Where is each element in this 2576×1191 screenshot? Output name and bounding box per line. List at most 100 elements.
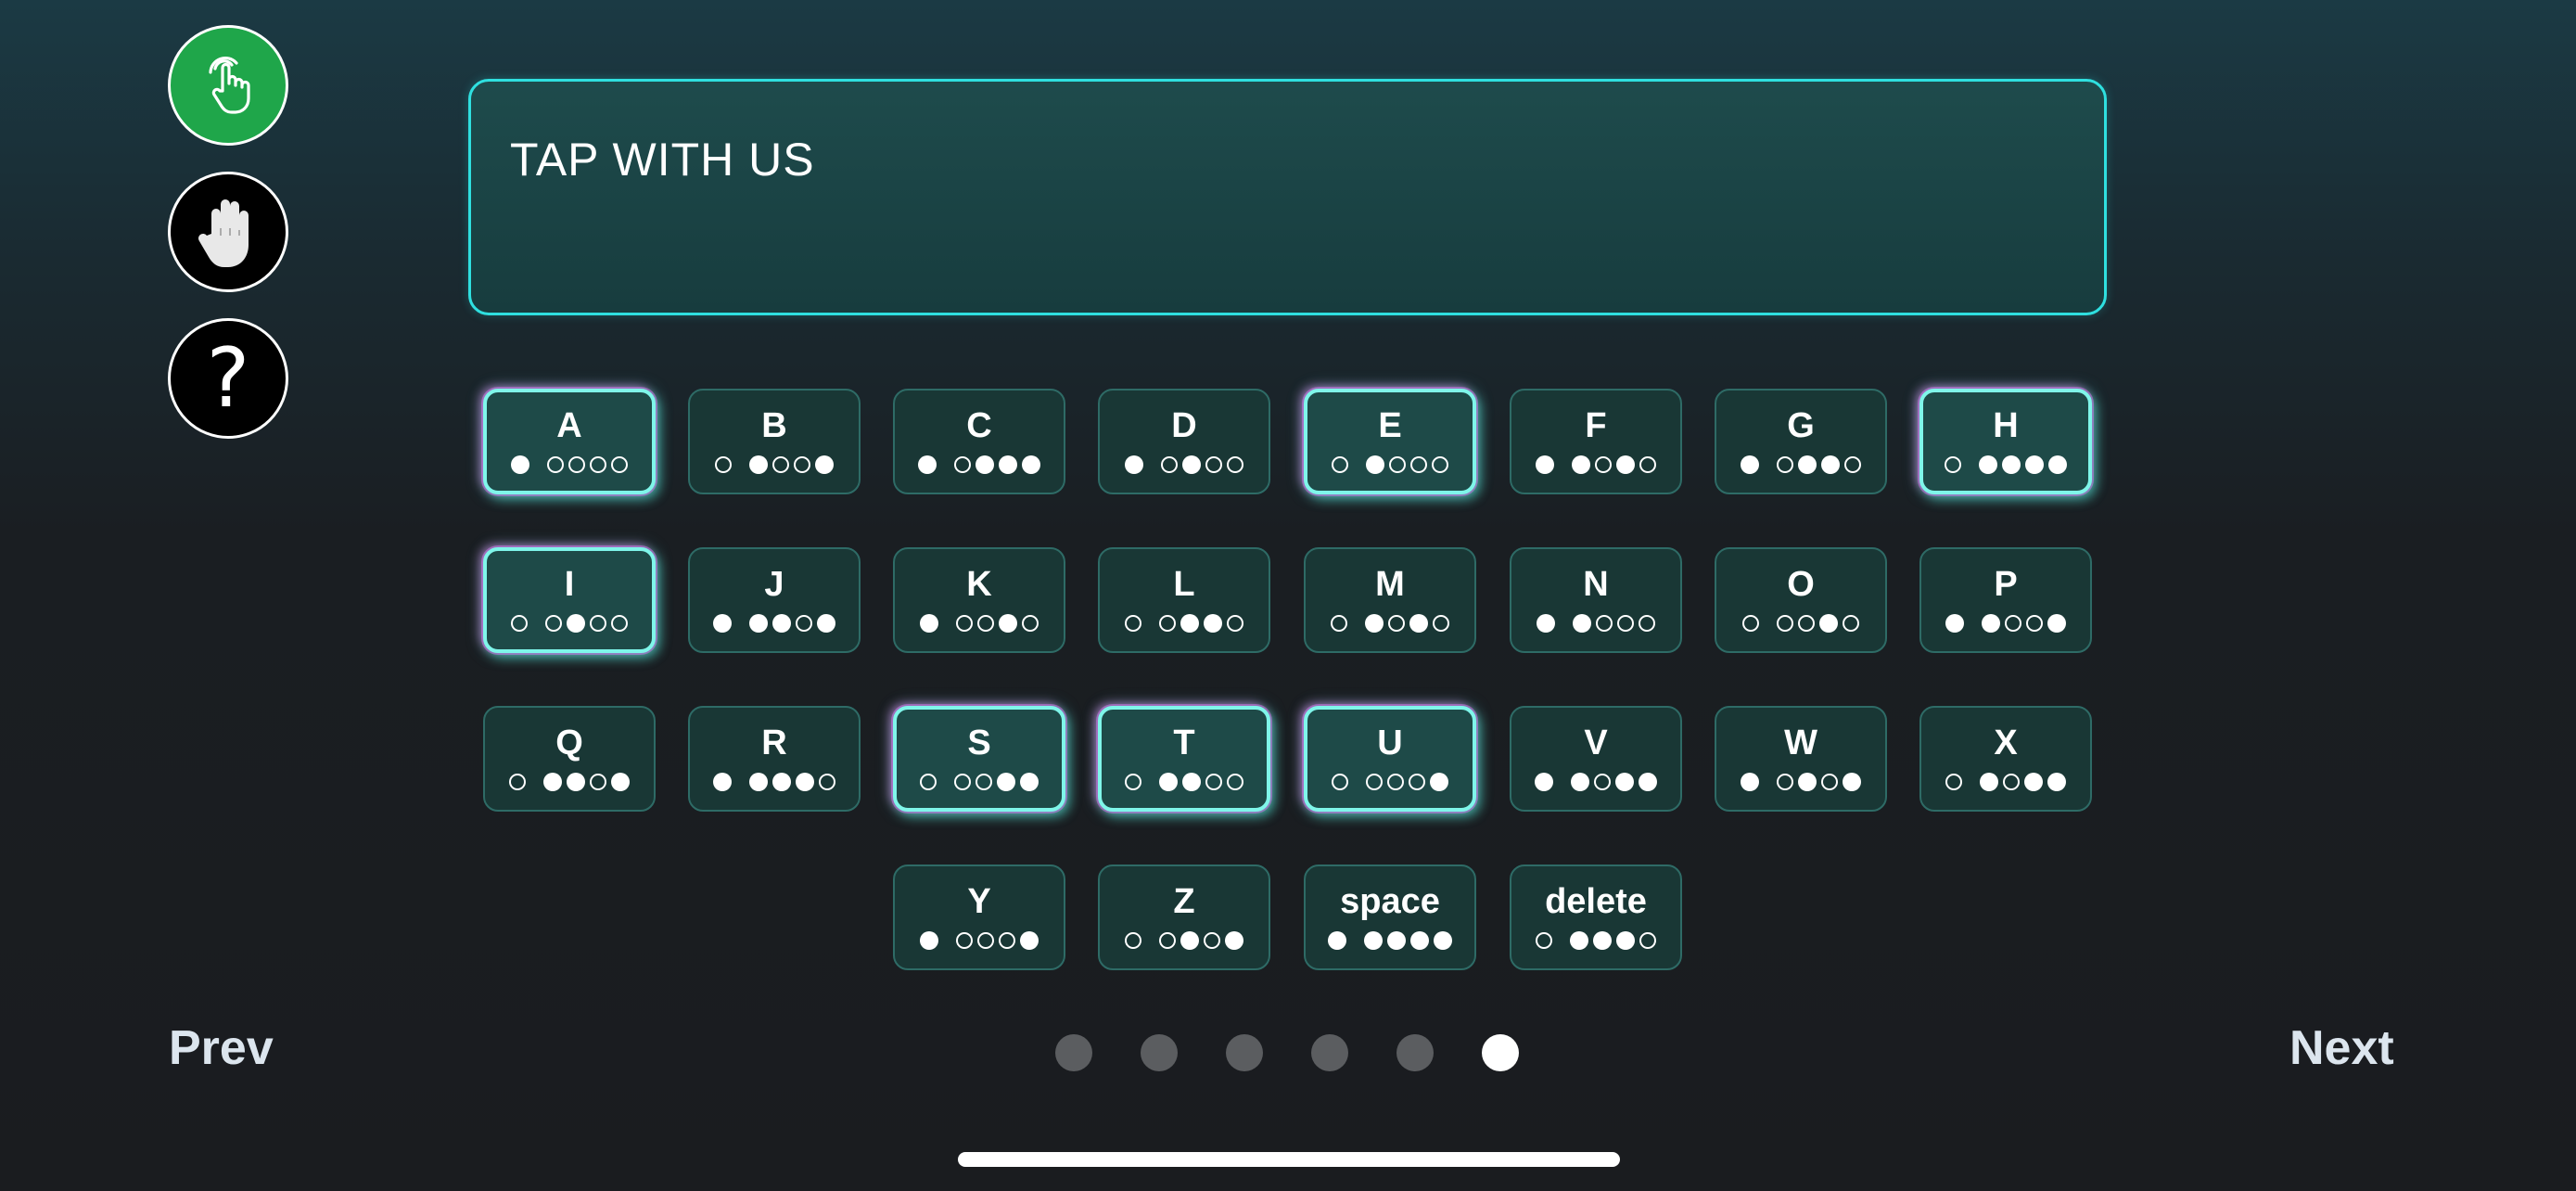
key-i[interactable]: I [483,547,656,653]
key-d[interactable]: D [1098,389,1270,494]
key-x[interactable]: X [1919,706,2092,812]
filled-dot [1434,931,1452,950]
tap-mode-button[interactable] [168,25,288,146]
empty-dot [511,615,528,632]
key-label: R [761,724,787,762]
key-z[interactable]: Z [1098,864,1270,970]
empty-dot [1125,774,1141,790]
filled-dot [1982,614,2000,633]
filled-dot [1798,455,1817,474]
key-n[interactable]: N [1510,547,1682,653]
help-button[interactable]: ? [168,318,288,439]
key-y[interactable]: Y [893,864,1065,970]
prev-button[interactable]: Prev [169,1020,274,1076]
empty-dot [954,774,971,790]
key-t[interactable]: T [1098,706,1270,812]
tap-pattern [1943,455,2070,475]
key-label: H [1993,406,2019,445]
key-v[interactable]: V [1510,706,1682,812]
tap-pattern [1123,455,1246,475]
page-dot[interactable] [1226,1034,1263,1071]
empty-dot [1798,615,1815,632]
filled-dot [567,773,585,791]
filled-dot [772,773,791,791]
key-r[interactable]: R [688,706,861,812]
tap-pattern [1944,772,2069,792]
filled-dot [1571,773,1589,791]
key-j[interactable]: J [688,547,861,653]
empty-dot [1204,932,1220,949]
page-dot[interactable] [1396,1034,1434,1071]
empty-dot [1159,615,1176,632]
empty-dot [2026,615,2043,632]
key-l[interactable]: L [1098,547,1270,653]
raised-hand-icon [193,193,263,271]
key-label: C [966,406,992,445]
key-e[interactable]: E [1304,389,1476,494]
filled-dot [1430,773,1448,791]
key-label: X [1994,724,2018,762]
key-a[interactable]: A [483,389,656,494]
stop-button[interactable] [168,172,288,292]
empty-dot [1388,615,1405,632]
page-dot[interactable] [1482,1034,1519,1071]
filled-dot [1821,455,1840,474]
key-w[interactable]: W [1715,706,1887,812]
key-p[interactable]: P [1919,547,2092,653]
key-f[interactable]: F [1510,389,1682,494]
tap-pattern [916,455,1043,475]
empty-dot [1945,456,1961,473]
empty-dot [1161,456,1178,473]
empty-dot [1410,456,1427,473]
key-b[interactable]: B [688,389,861,494]
empty-dot [1205,774,1222,790]
next-button[interactable]: Next [2289,1020,2394,1076]
key-q[interactable]: Q [483,706,656,812]
filled-dot [1639,773,1657,791]
key-label: N [1583,565,1609,604]
empty-dot [715,456,732,473]
key-m[interactable]: M [1304,547,1476,653]
key-h[interactable]: H [1919,389,2092,494]
key-s[interactable]: S [893,706,1065,812]
filled-dot [2002,455,2021,474]
key-label: G [1787,406,1815,445]
key-label: V [1584,724,1608,762]
empty-dot [1227,456,1243,473]
tap-pattern [1330,772,1451,792]
tap-pattern [711,613,838,634]
empty-dot [1742,615,1759,632]
empty-dot [1777,456,1793,473]
key-c[interactable]: C [893,389,1065,494]
key-k[interactable]: K [893,547,1065,653]
key-o[interactable]: O [1715,547,1887,653]
filled-dot [1945,614,1964,633]
filled-dot [749,455,768,474]
empty-dot [1617,615,1634,632]
filled-dot [1570,931,1588,950]
empty-dot [1844,456,1861,473]
key-u[interactable]: U [1304,706,1476,812]
key-label: S [967,724,991,762]
page-dot[interactable] [1055,1034,1092,1071]
key-g[interactable]: G [1715,389,1887,494]
empty-dot [819,774,835,790]
key-label: W [1784,724,1817,762]
tap-pattern [1330,455,1451,475]
empty-dot [547,456,564,473]
key-delete[interactable]: delete [1510,864,1682,970]
key-label: J [764,565,784,604]
empty-dot [1389,456,1406,473]
page-dot[interactable] [1141,1034,1178,1071]
empty-dot [1639,932,1656,949]
empty-dot [590,615,606,632]
tap-pattern [507,772,632,792]
key-space[interactable]: space [1304,864,1476,970]
filled-dot [611,773,630,791]
filled-dot [1410,931,1429,950]
empty-dot [545,615,562,632]
key-label: E [1378,406,1402,445]
filled-dot [2047,614,2066,633]
filled-dot [2047,773,2066,791]
page-dot[interactable] [1311,1034,1348,1071]
